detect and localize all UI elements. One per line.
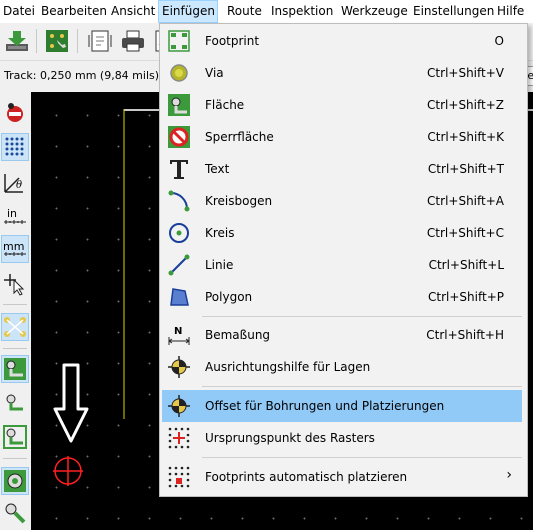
submenu-arrow-icon: › [506, 467, 512, 483]
menu-item-label: Ursprungspunkt des Rasters [205, 431, 375, 445]
board-setup-icon[interactable] [43, 27, 71, 55]
menu-item-polygon[interactable]: Polygon Ctrl+Shift+P [162, 281, 522, 313]
board-edge-line-vertical [123, 109, 125, 419]
menu-item-shortcut: Ctrl+Shift+C [426, 226, 504, 240]
menu-item-zone[interactable]: Fläche Ctrl+Shift+Z [162, 89, 522, 121]
arc-icon [168, 190, 190, 212]
menu-item-label: Ausrichtungshilfe für Lagen [205, 360, 371, 374]
menu-item-shortcut: Ctrl+Shift+A [427, 194, 504, 208]
via-display-icon[interactable] [2, 500, 28, 526]
menu-item-label: Footprints automatisch platzieren [205, 470, 408, 484]
menu-bearbeiten[interactable]: Bearbeiten [38, 0, 113, 23]
autoplace-icon [168, 466, 190, 488]
menu-separator [202, 457, 522, 458]
menubar: Datei Bearbeiten Ansicht Einfügen Route … [0, 0, 533, 23]
save-board-icon[interactable] [3, 27, 31, 55]
grid-toggle-icon[interactable] [1, 133, 29, 161]
units-mm-icon[interactable]: mm [1, 235, 29, 263]
menu-ansicht[interactable]: Ansicht [108, 0, 161, 23]
drill-origin-marker-icon [53, 456, 83, 486]
menu-item-via[interactable]: Via Ctrl+Shift+V [162, 57, 522, 89]
menu-item-shortcut: Ctrl+Shift+H [426, 328, 504, 342]
track-width-selector[interactable]: Track: 0,250 mm (9,84 mils) * [4, 69, 168, 82]
zone-outline-icon[interactable] [2, 390, 28, 416]
drc-off-icon[interactable] [2, 100, 28, 126]
ratsnest-toggle-icon[interactable] [1, 313, 29, 341]
menu-item-label: Footprint [205, 34, 260, 48]
menu-hilfe[interactable]: Hilfe [494, 0, 530, 23]
text-icon [170, 160, 188, 179]
polar-coords-icon[interactable]: θ [2, 170, 28, 196]
keepout-icon [168, 126, 190, 148]
menu-einfuegen[interactable]: Einfügen [158, 0, 218, 23]
menu-item-circle[interactable]: Kreis Ctrl+Shift+C [162, 217, 522, 249]
menu-item-shortcut: Ctrl+Shift+P [428, 290, 504, 304]
footprint-icon [168, 30, 190, 52]
menu-separator [202, 386, 522, 387]
menu-item-label: Via [205, 66, 224, 80]
menu-item-label: Polygon [205, 290, 253, 304]
line-icon [168, 254, 190, 276]
menu-separator [202, 316, 522, 317]
menu-route[interactable]: Route [224, 0, 268, 23]
svg-text:mm: mm [3, 240, 24, 253]
menu-item-autoplace[interactable]: Footprints automatisch platzieren › [162, 461, 522, 493]
menu-item-shortcut: Ctrl+Shift+T [427, 162, 504, 176]
units-inch-icon[interactable]: in [2, 204, 28, 230]
menu-inspektion[interactable]: Inspektion [268, 0, 339, 23]
grid-origin-icon [168, 427, 190, 449]
menu-item-label: Offset für Bohrungen und Platzierungen [205, 399, 445, 413]
menu-item-dimension[interactable]: N Bemaßung Ctrl+Shift+H [162, 319, 522, 351]
menu-item-label: Bemaßung [205, 328, 271, 342]
menu-item-drill-offset[interactable]: Offset für Bohrungen und Platzierungen [162, 390, 522, 422]
menu-einstellungen[interactable]: Einstellungen [410, 0, 500, 23]
svg-text:N: N [174, 326, 182, 337]
zone-fill-display-icon[interactable] [1, 355, 29, 383]
menu-item-arc[interactable]: Kreisbogen Ctrl+Shift+A [162, 185, 522, 217]
menu-werkzeuge[interactable]: Werkzeuge [338, 0, 414, 23]
via-icon [170, 64, 188, 82]
menu-datei[interactable]: Datei [0, 0, 41, 23]
drill-offset-icon [168, 395, 190, 417]
menu-item-label: Kreis [205, 226, 235, 240]
menu-item-shortcut: Ctrl+Shift+V [427, 66, 504, 80]
menu-item-keepout[interactable]: Sperrfläche Ctrl+Shift+K [162, 121, 522, 153]
zone-icon [168, 94, 190, 116]
page-settings-icon[interactable] [86, 27, 114, 55]
left-toolbar: θ in mm [0, 92, 30, 530]
print-icon[interactable] [119, 27, 147, 55]
svg-text:θ: θ [16, 180, 22, 191]
svg-text:in: in [7, 207, 17, 220]
menu-item-label: Text [205, 162, 230, 176]
menu-item-shortcut: Ctrl+Shift+Z [427, 98, 504, 112]
pad-display-icon[interactable] [1, 467, 29, 495]
menu-item-footprint[interactable]: Footprint O [162, 25, 522, 57]
dimension-icon: N [168, 326, 190, 345]
menu-item-label: Fläche [205, 98, 245, 112]
menu-item-text[interactable]: Text Ctrl+Shift+T [162, 153, 522, 185]
cursor-shape-icon[interactable] [2, 270, 28, 296]
menu-item-grid-origin[interactable]: Ursprungspunkt des Rasters [162, 422, 522, 454]
menu-item-label: Linie [205, 258, 234, 272]
polygon-icon [170, 288, 189, 306]
menu-item-line[interactable]: Linie Ctrl+Shift+L [162, 249, 522, 281]
layer-alignment-target-icon [168, 356, 190, 378]
zone-sketch-icon[interactable] [2, 424, 28, 450]
arrow-down-icon [53, 363, 89, 443]
menu-item-shortcut: O [494, 34, 504, 48]
insert-menu-dropdown: Footprint O Via Ctrl+Shift+V Fläche Ctrl… [159, 23, 528, 497]
circle-icon [169, 223, 189, 243]
menu-item-alignment-target[interactable]: Ausrichtungshilfe für Lagen [162, 351, 522, 383]
menu-item-shortcut: Ctrl+Shift+K [427, 130, 504, 144]
menu-item-label: Sperrfläche [205, 130, 274, 144]
menu-item-shortcut: Ctrl+Shift+L [428, 258, 504, 272]
menu-item-label: Kreisbogen [205, 194, 273, 208]
